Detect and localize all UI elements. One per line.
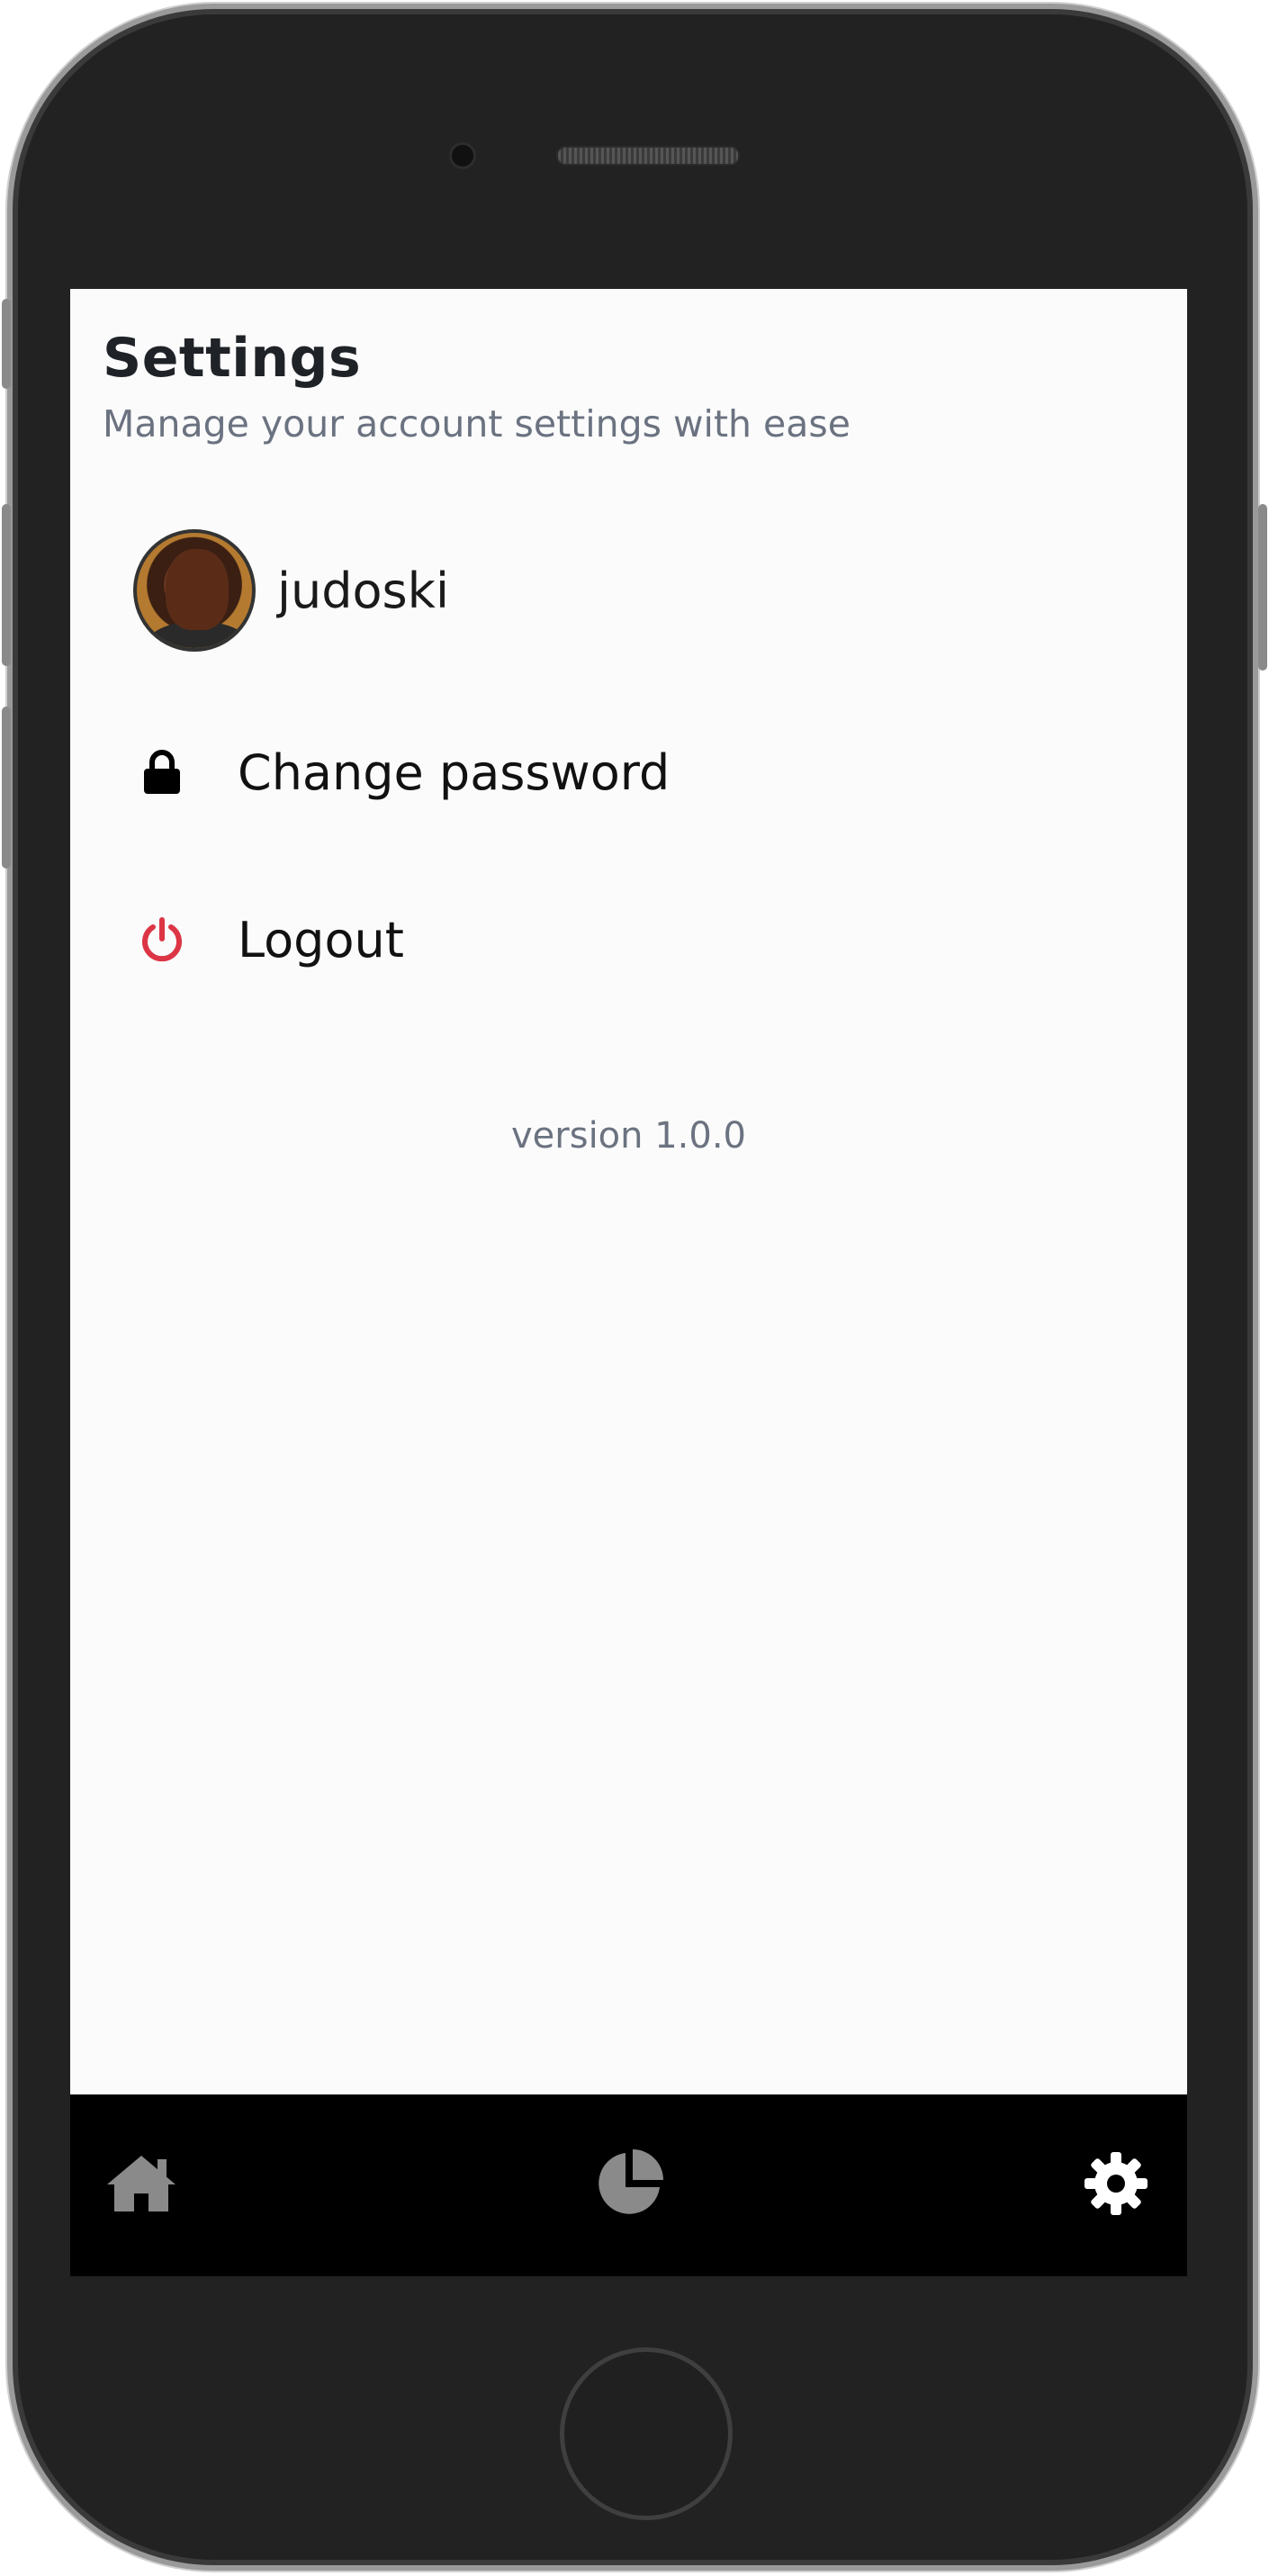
nav-stats[interactable]: [589, 2145, 670, 2226]
logout-item[interactable]: Logout: [133, 886, 404, 994]
logout-label: Logout: [238, 911, 404, 968]
app-screen: Settings Manage your account settings wi…: [70, 289, 1187, 2276]
profile-row[interactable]: judoski: [133, 527, 449, 653]
change-password-label: Change password: [238, 743, 670, 801]
mute-switch: [2, 299, 11, 389]
avatar-face: [166, 549, 229, 630]
page-subtitle: Manage your account settings with ease: [103, 402, 850, 446]
nav-settings[interactable]: [1076, 2145, 1156, 2226]
home-icon: [104, 2152, 179, 2219]
pie-chart-icon: [593, 2148, 665, 2223]
change-password-item[interactable]: Change password: [133, 718, 670, 826]
avatar: [133, 529, 256, 652]
front-camera: [449, 142, 476, 169]
power-icon: [133, 911, 191, 968]
nav-home[interactable]: [101, 2145, 182, 2226]
gear-icon: [1083, 2150, 1149, 2220]
power-side-button: [1258, 504, 1267, 671]
page-title: Settings: [103, 327, 362, 390]
version-label: version 1.0.0: [511, 1115, 746, 1157]
volume-down-button: [2, 707, 11, 869]
profile-username: judoski: [277, 562, 449, 619]
volume-up-button: [2, 504, 11, 666]
bottom-nav: [70, 2094, 1187, 2276]
home-hardware-button[interactable]: [560, 2347, 733, 2520]
earpiece-speaker: [556, 146, 740, 166]
lock-icon: [133, 743, 191, 801]
